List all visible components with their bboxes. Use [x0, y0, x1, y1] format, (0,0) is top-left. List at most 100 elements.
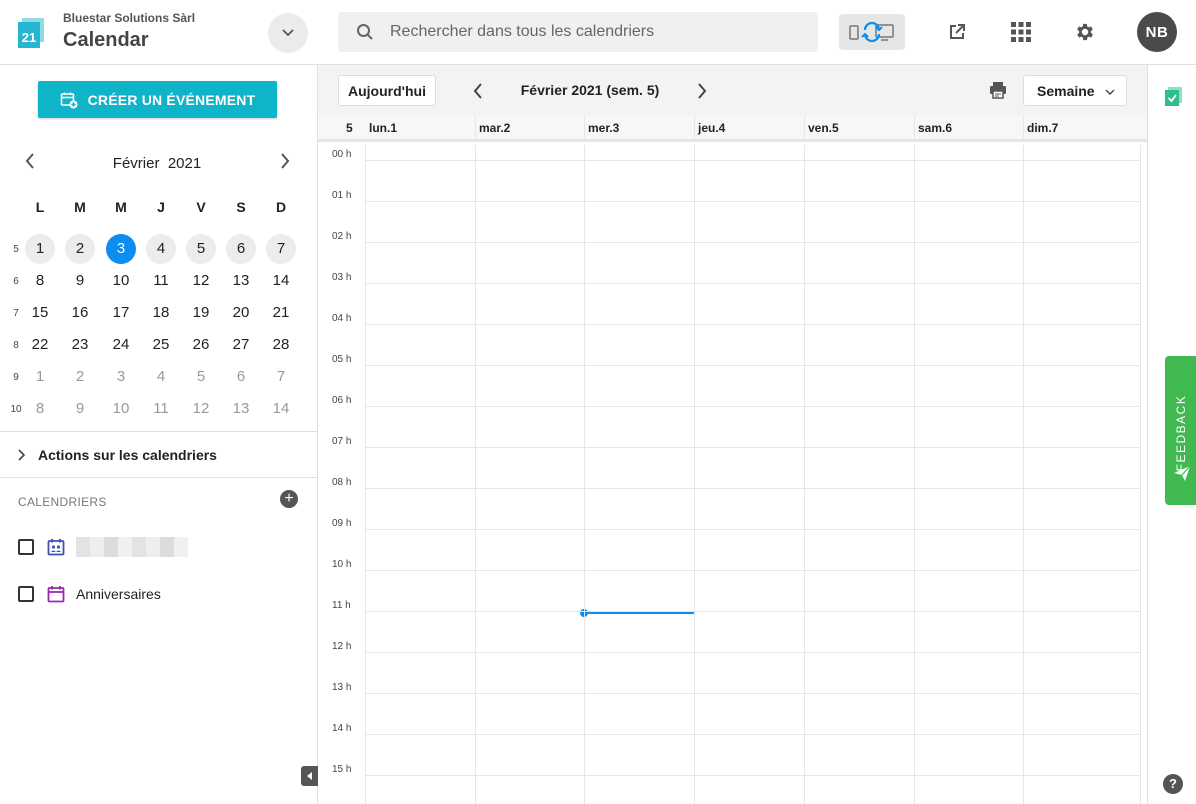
mini-calendar-day[interactable]: 12: [186, 266, 216, 296]
view-select[interactable]: Semaine: [1023, 75, 1127, 106]
create-event-button[interactable]: CRÉER UN ÉVÉNEMENT: [38, 81, 277, 118]
week-number-label: 8: [13, 340, 19, 351]
mini-calendar-day[interactable]: 16: [65, 298, 95, 328]
day-column-divider: [475, 145, 476, 804]
mini-calendar-day[interactable]: 14: [266, 394, 296, 424]
mini-calendar-day[interactable]: 11: [146, 394, 176, 424]
mini-calendar-day[interactable]: 8: [25, 394, 55, 424]
week-number-label: 10: [10, 404, 22, 415]
mini-calendar-day[interactable]: 9: [65, 394, 95, 424]
right-rail: FEEDBACK ?: [1147, 65, 1196, 804]
plus-icon: +: [284, 490, 294, 507]
mini-calendar-day[interactable]: 5: [186, 362, 216, 392]
apps-grid-button[interactable]: [1009, 20, 1033, 44]
help-button[interactable]: ?: [1163, 774, 1183, 794]
hour-gridline: [365, 324, 1140, 325]
next-week-button[interactable]: [690, 79, 714, 103]
calendar-list-item[interactable]: Anniversaires: [18, 582, 298, 606]
mini-calendar-day[interactable]: 4: [146, 234, 176, 264]
user-avatar[interactable]: NB: [1137, 12, 1177, 52]
create-event-label: CRÉER UN ÉVÉNEMENT: [87, 91, 256, 108]
calendar-list-item[interactable]: [18, 535, 298, 559]
mini-calendar-day[interactable]: 13: [226, 394, 256, 424]
settings-button[interactable]: [1073, 20, 1097, 44]
add-calendar-button[interactable]: +: [280, 490, 298, 508]
mini-calendar-day[interactable]: 9: [65, 266, 95, 296]
mini-calendar-day[interactable]: 8: [25, 266, 55, 296]
mini-calendar-day[interactable]: 19: [186, 298, 216, 328]
mini-calendar-day[interactable]: 17: [106, 298, 136, 328]
day-column-divider: [694, 145, 695, 804]
weekday-label: V: [196, 199, 206, 215]
add-event-icon: [60, 92, 78, 108]
week-number-label: 5: [13, 244, 19, 255]
apps-grid-icon: [1011, 22, 1031, 42]
app-switcher-button[interactable]: [268, 13, 308, 53]
mini-calendar-day[interactable]: 12: [186, 394, 216, 424]
hour-gridline: [365, 283, 1140, 284]
calendar-name: Anniversaires: [76, 586, 161, 602]
day-header[interactable]: mar.2: [479, 121, 510, 135]
mini-calendar-day[interactable]: 14: [266, 266, 296, 296]
sidebar-collapse-button[interactable]: [301, 766, 318, 786]
mini-calendar-day[interactable]: 6: [226, 234, 256, 264]
mini-calendar-day[interactable]: 3: [106, 362, 136, 392]
chevron-left-icon: [473, 83, 482, 99]
sync-devices-button[interactable]: [839, 14, 905, 50]
day-header[interactable]: mer.3: [588, 121, 619, 135]
day-header[interactable]: lun.1: [369, 121, 397, 135]
mini-calendar-day[interactable]: 18: [146, 298, 176, 328]
calendar-logo-icon[interactable]: 21: [16, 16, 48, 50]
mini-calendar-day[interactable]: 2: [65, 362, 95, 392]
search-bar[interactable]: [338, 12, 818, 52]
time-grid[interactable]: 00 h 01 h 02 h 03 h 04 h 05 h 06 h 07 h 08 h 09 h…: [318, 145, 1147, 804]
mini-calendar-day[interactable]: 21: [266, 298, 296, 328]
search-input[interactable]: [390, 23, 790, 41]
day-column-divider: [804, 145, 805, 804]
hour-label: 06 h: [332, 395, 352, 406]
mini-calendar-day[interactable]: 4: [146, 362, 176, 392]
day-header[interactable]: sam.6: [918, 121, 952, 135]
mini-calendar-day[interactable]: 15: [25, 298, 55, 328]
mini-calendar-day[interactable]: 28: [266, 330, 296, 360]
mini-calendar-day[interactable]: 1: [25, 234, 55, 264]
mini-calendar-day[interactable]: 27: [226, 330, 256, 360]
mini-calendar-day[interactable]: 1: [25, 362, 55, 392]
mini-calendar-day[interactable]: 11: [146, 266, 176, 296]
mini-calendar-day-selected[interactable]: 3: [106, 234, 136, 264]
feedback-label: FEEDBACK: [1174, 394, 1188, 472]
calendar-checkbox[interactable]: [18, 539, 34, 555]
mini-calendar-day[interactable]: 22: [25, 330, 55, 360]
day-header[interactable]: ven.5: [808, 121, 839, 135]
mini-calendar-day[interactable]: 5: [186, 234, 216, 264]
calendar-checkbox[interactable]: [18, 586, 34, 602]
mini-calendar-day[interactable]: 7: [266, 234, 296, 264]
calendar-actions-toggle[interactable]: Actions sur les calendriers: [0, 431, 318, 478]
today-button[interactable]: Aujourd'hui: [338, 75, 436, 106]
mini-calendar-day[interactable]: 13: [226, 266, 256, 296]
day-header[interactable]: dim.7: [1027, 121, 1058, 135]
tasks-app-icon[interactable]: [1164, 85, 1184, 107]
day-column-divider: [1023, 145, 1024, 804]
mini-calendar-day[interactable]: 26: [186, 330, 216, 360]
mini-calendar-day[interactable]: 2: [65, 234, 95, 264]
mini-calendar-day[interactable]: 10: [106, 266, 136, 296]
print-icon[interactable]: [988, 80, 1008, 100]
hour-label: 09 h: [332, 518, 352, 529]
search-icon: [357, 24, 373, 40]
header-divider: [475, 115, 476, 142]
feedback-button[interactable]: FEEDBACK: [1165, 356, 1196, 505]
previous-week-button[interactable]: [466, 79, 490, 103]
mini-calendar-day[interactable]: 20: [226, 298, 256, 328]
mini-calendar-day[interactable]: 7: [266, 362, 296, 392]
hour-label: 15 h: [332, 764, 352, 775]
day-header[interactable]: jeu.4: [698, 121, 725, 135]
mini-calendar-next-button[interactable]: [275, 147, 295, 175]
mini-calendar-day[interactable]: 10: [106, 394, 136, 424]
mini-calendar-day[interactable]: 24: [106, 330, 136, 360]
mini-calendar-day[interactable]: 25: [146, 330, 176, 360]
mini-calendar-day[interactable]: 23: [65, 330, 95, 360]
mini-calendar-day[interactable]: 6: [226, 362, 256, 392]
hour-label: 08 h: [332, 477, 352, 488]
external-link-button[interactable]: [945, 20, 969, 44]
